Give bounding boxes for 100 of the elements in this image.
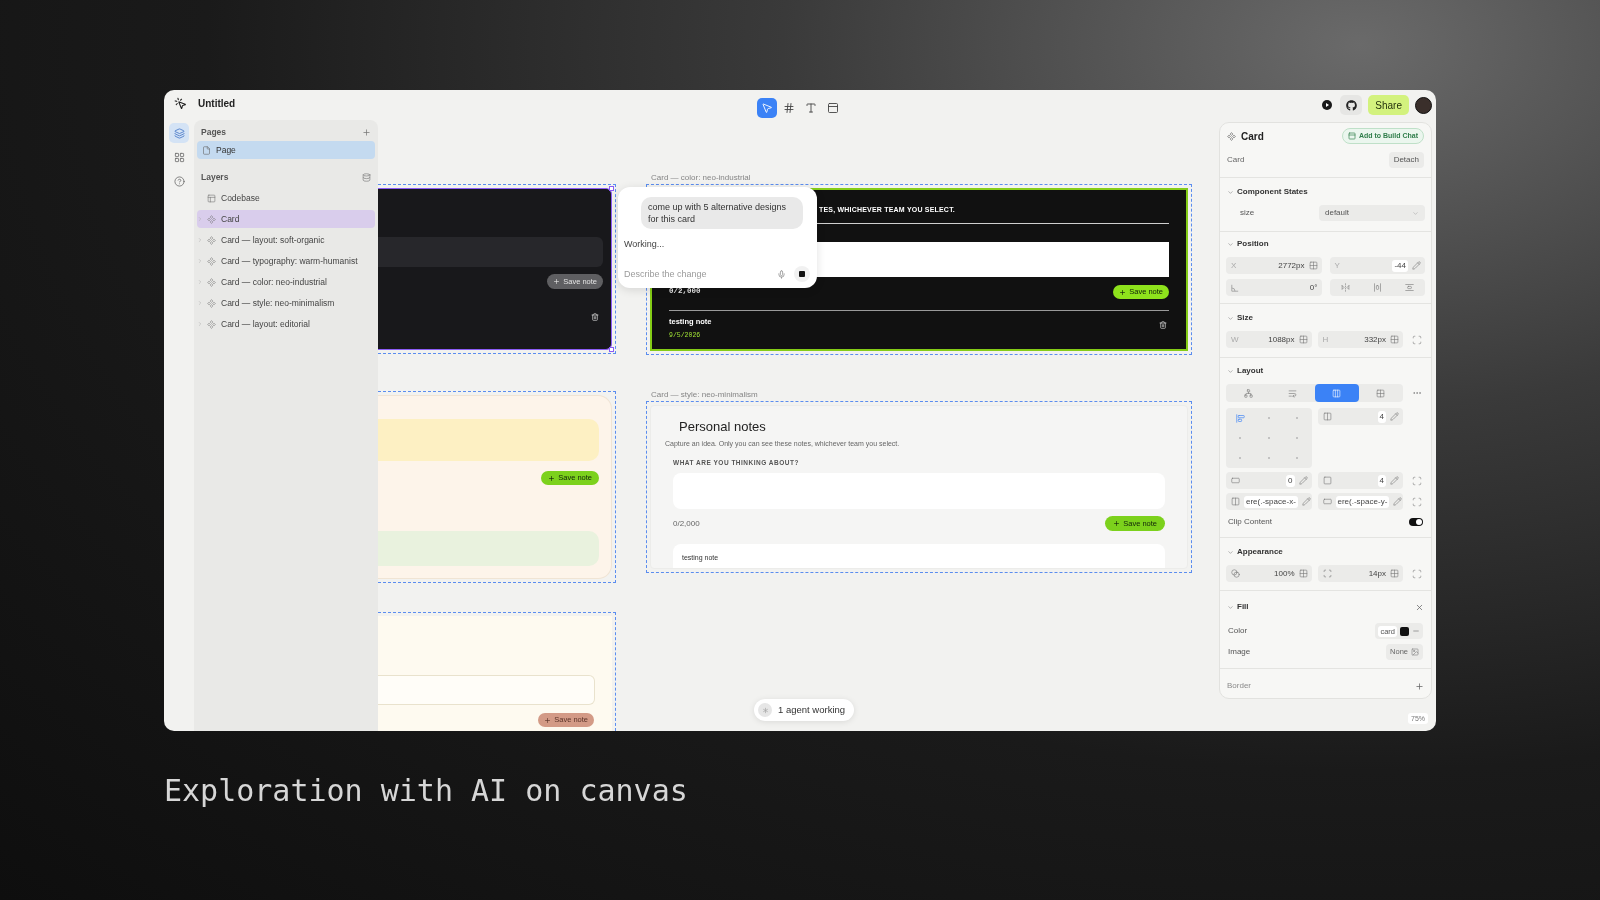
grid-icon[interactable] [1390, 335, 1399, 344]
tool-button[interactable] [757, 98, 777, 118]
width-field[interactable]: W 1088px [1226, 331, 1312, 348]
grid-icon[interactable] [1298, 569, 1308, 578]
diamonds-icon [1227, 131, 1236, 141]
layer-item[interactable]: Codebase [197, 189, 375, 207]
chevron-down-icon [1412, 209, 1419, 217]
alignment-grid[interactable] [1226, 408, 1312, 468]
trash-icon[interactable] [1159, 321, 1167, 329]
x-field[interactable]: X 2772px [1226, 257, 1322, 274]
chevron-down-icon[interactable] [1227, 603, 1234, 611]
chevron-right-icon[interactable] [197, 237, 203, 243]
resize-handle[interactable] [609, 347, 614, 352]
note-input-field[interactable] [378, 675, 595, 705]
field-value: 4 [1377, 474, 1386, 487]
pencil-icon[interactable] [1298, 476, 1308, 485]
add-icon[interactable] [362, 127, 371, 137]
cursor-click-icon[interactable] [174, 96, 187, 110]
chevron-down-icon[interactable] [1227, 188, 1234, 196]
add-icon[interactable] [1415, 681, 1424, 691]
pencil-icon[interactable] [1301, 497, 1311, 506]
share-button[interactable]: Share [1368, 95, 1409, 115]
section-title: Component States [1237, 186, 1308, 198]
grid-icon[interactable] [1298, 335, 1308, 344]
corners-icon[interactable] [1412, 496, 1422, 507]
pencil-icon[interactable] [1390, 412, 1399, 421]
distribute-horizontal-icon[interactable] [1372, 283, 1382, 292]
chevron-down-icon[interactable] [1227, 367, 1234, 375]
gap-field[interactable]: 4 [1317, 408, 1403, 425]
field-value: 332px [1364, 333, 1386, 346]
chevron-right-icon[interactable] [197, 279, 203, 285]
padding-field[interactable]: 0 [1226, 472, 1312, 489]
stop-button[interactable] [794, 266, 810, 282]
spacing-field[interactable]: ere(.-space-x- [1226, 493, 1312, 510]
opacity-field[interactable]: 100% [1226, 565, 1312, 582]
database-icon[interactable] [362, 172, 371, 182]
chevron-right-icon[interactable] [197, 300, 203, 306]
pencil-icon[interactable] [1412, 261, 1421, 270]
trash-icon[interactable] [591, 313, 599, 321]
microphone-icon[interactable] [777, 269, 786, 279]
corners-icon[interactable] [1412, 334, 1422, 345]
avatar [1415, 96, 1432, 114]
pointer-icon [761, 102, 773, 114]
rail-button[interactable] [169, 123, 189, 143]
select-field[interactable]: default [1319, 205, 1425, 221]
plus-icon [544, 716, 552, 724]
note-input-field[interactable] [378, 237, 603, 267]
section-title: Pages [201, 125, 227, 139]
flip-icon[interactable] [1340, 283, 1350, 292]
align-icon[interactable] [1235, 413, 1245, 423]
layer-item[interactable]: Card — color: neo-industrial [197, 273, 375, 291]
grid-icon[interactable] [1308, 261, 1318, 270]
close-icon[interactable] [1415, 602, 1424, 612]
chevron-right-icon[interactable] [197, 258, 203, 264]
section-title: Layers [201, 170, 229, 184]
grid-icon [1376, 388, 1386, 398]
color-swatch-icon [1400, 626, 1409, 636]
chevron-right-icon[interactable] [197, 321, 203, 327]
chevron-down-icon[interactable] [1227, 548, 1234, 556]
stop-icon [799, 271, 805, 277]
rotation-field[interactable]: 0° [1226, 279, 1322, 296]
field-label: X [1231, 259, 1237, 272]
angle-icon [1231, 283, 1239, 292]
caption: Exploration with AI on canvas [164, 773, 688, 809]
diamonds-icon [207, 214, 216, 224]
plus-icon [1119, 288, 1127, 296]
minus-icon[interactable] [1412, 627, 1420, 635]
corners-icon [1322, 569, 1332, 578]
chevron-down-icon[interactable] [1227, 314, 1234, 322]
spacing-field[interactable]: ere(.-space-y- [1317, 493, 1403, 510]
wrap-icon [1287, 388, 1297, 398]
chat-input-field[interactable]: Describe the change [624, 266, 769, 282]
diamonds-icon [207, 298, 216, 308]
pencil-icon[interactable] [1393, 497, 1403, 506]
grid-icon[interactable] [1390, 569, 1399, 578]
layer-item[interactable]: Card — layout: editorial [197, 315, 375, 333]
page-item[interactable]: Page [197, 141, 375, 159]
clip-content-toggle[interactable] [1409, 518, 1423, 526]
layer-item[interactable]: Card — style: neo-minimalism [197, 294, 375, 312]
columns-icon [1322, 412, 1332, 421]
distribute-vertical-icon[interactable] [1404, 283, 1414, 292]
play-icon[interactable] [1322, 100, 1333, 110]
section-title: Fill [1237, 601, 1249, 613]
help-icon [173, 175, 185, 187]
layer-item[interactable]: Card — layout: soft-organic [197, 231, 375, 249]
layout-mode-button[interactable] [1314, 384, 1359, 402]
chevron-right-icon[interactable] [197, 216, 203, 222]
corners-icon[interactable] [1412, 568, 1422, 579]
layer-item[interactable]: Card [197, 210, 375, 228]
resize-handle[interactable] [609, 186, 614, 191]
layer-item[interactable]: Card — typography: warm-humanist [197, 252, 375, 270]
padding-field[interactable]: 4 [1317, 472, 1403, 489]
radius-field[interactable]: 14px [1317, 565, 1403, 582]
pencil-icon[interactable] [1390, 476, 1399, 485]
note-input-field[interactable] [378, 419, 599, 461]
github-button[interactable] [1340, 95, 1363, 115]
detach-button[interactable]: Detach [1388, 152, 1424, 168]
chevron-down-icon[interactable] [1227, 240, 1234, 248]
corners-icon[interactable] [1412, 475, 1422, 486]
field-label: Image [1228, 646, 1251, 658]
